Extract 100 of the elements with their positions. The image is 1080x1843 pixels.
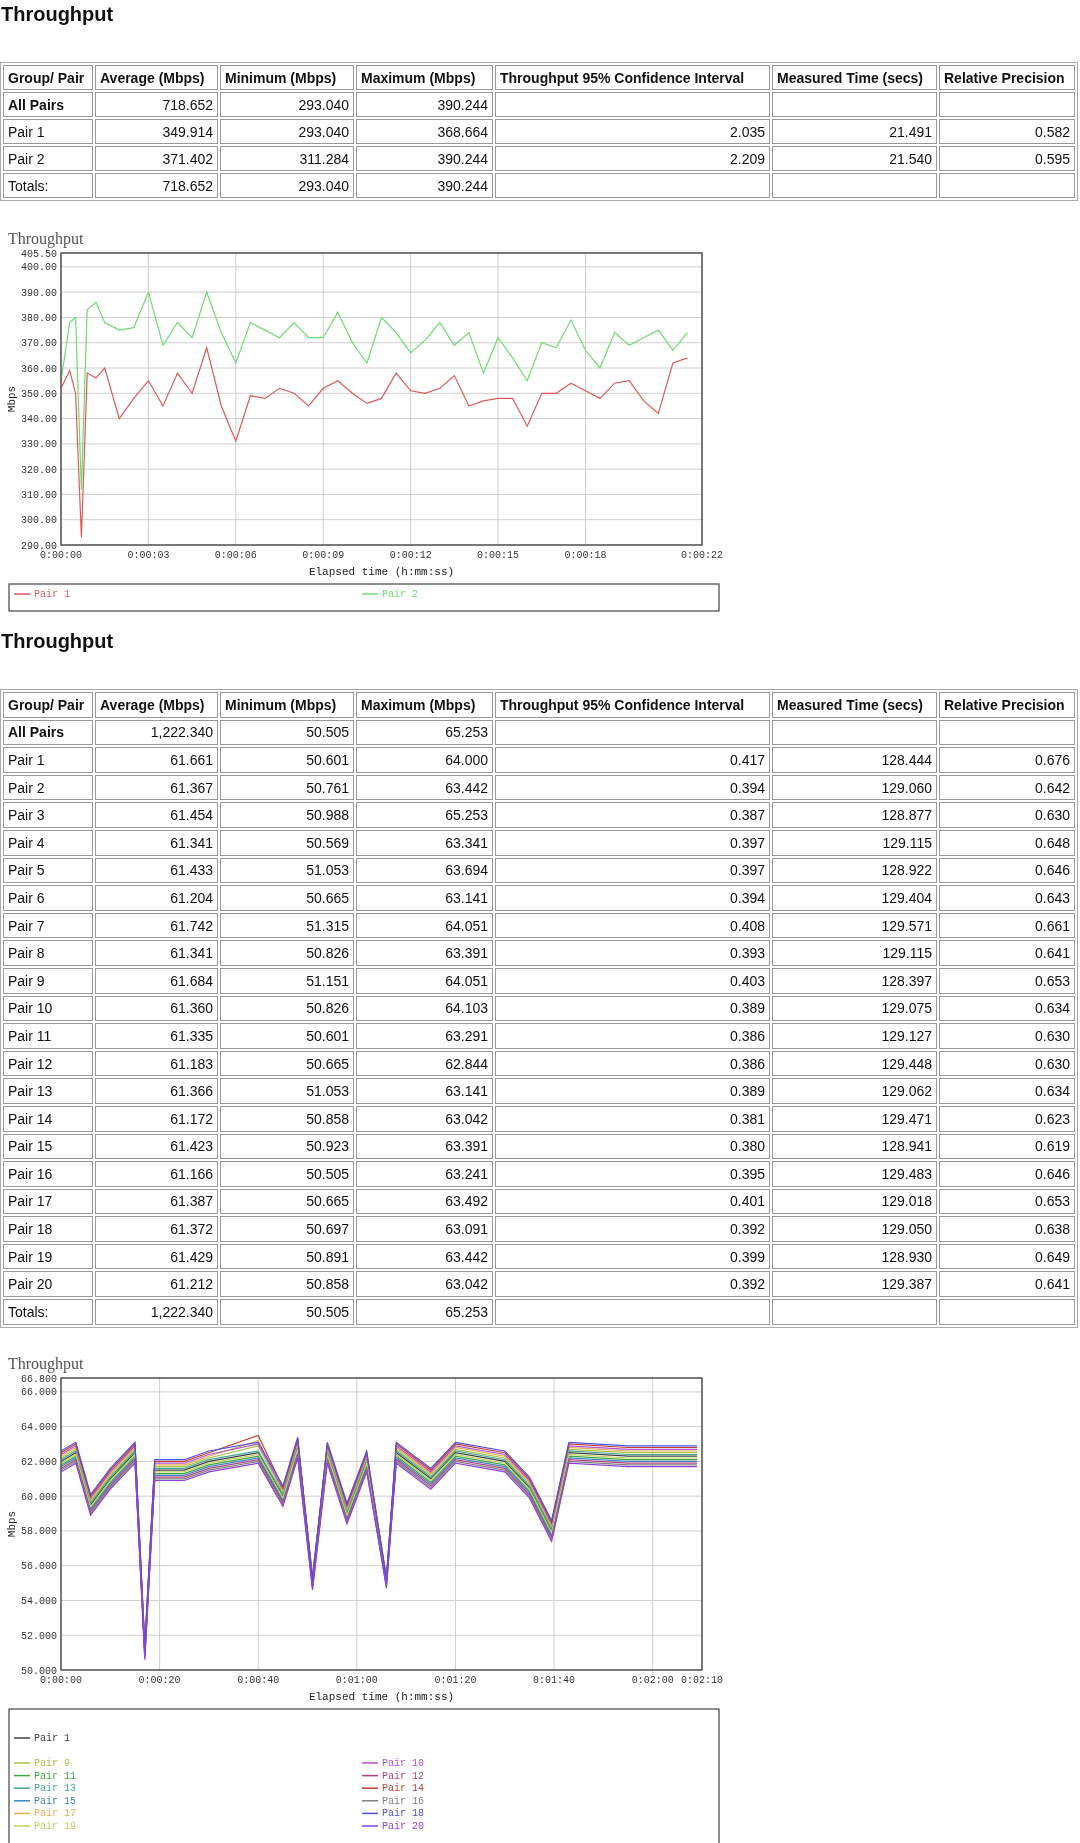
table-cell: Pair 11	[3, 1023, 93, 1049]
table-cell: 0.389	[495, 995, 770, 1022]
x-tick-label: 0:00:15	[477, 550, 520, 561]
table-cell: 50.505	[220, 1299, 354, 1325]
table-cell: 129.062	[772, 1078, 937, 1104]
table-cell: 129.075	[772, 995, 937, 1022]
table-cell: 129.471	[772, 1105, 937, 1132]
table-cell: 61.454	[95, 802, 218, 828]
y-tick-label: 380.00	[21, 312, 57, 324]
table-cell: All Pairs	[3, 719, 93, 746]
table-cell: 128.941	[772, 1133, 937, 1160]
table-cell: 61.212	[95, 1271, 218, 1298]
x-tick-label: 0:00:20	[138, 1674, 181, 1686]
table-cell: 21.540	[772, 146, 937, 171]
table-cell: 0.394	[495, 774, 770, 801]
column-header: Measured Time (secs)	[772, 65, 937, 90]
table-cell: Pair 8	[3, 940, 93, 966]
table-cell: 128.877	[772, 802, 937, 828]
table-cell: 50.601	[220, 1023, 354, 1049]
column-header: Minimum (Mbps)	[220, 692, 354, 718]
table-cell: 0.634	[939, 1078, 1075, 1104]
table-cell: 61.341	[95, 829, 218, 856]
table-cell: 129.127	[772, 1023, 937, 1049]
table-cell: Pair 12	[3, 1050, 93, 1077]
table-cell: 61.661	[95, 747, 218, 773]
y-tick-label: 310.00	[21, 489, 57, 501]
table-cell: Pair 2	[3, 146, 93, 171]
table-cell: 293.040	[220, 119, 354, 144]
table-cell: 0.394	[495, 885, 770, 911]
table-cell: Pair 2	[3, 774, 93, 801]
y-axis-title: Mbps	[6, 1510, 18, 1537]
table-cell: Pair 5	[3, 857, 93, 884]
table-cell: 63.694	[356, 857, 493, 884]
table-cell: Pair 1	[3, 747, 93, 773]
table-cell: 0.389	[495, 1078, 770, 1104]
table-cell: Totals:	[3, 1299, 93, 1325]
column-header: Measured Time (secs)	[772, 692, 937, 718]
legend-label: Pair 11	[34, 1770, 76, 1782]
table-cell: 61.429	[95, 1243, 218, 1270]
table-cell: 61.387	[95, 1188, 218, 1215]
table-cell: 718.652	[95, 173, 218, 198]
table-cell: 50.665	[220, 1188, 354, 1215]
table-cell: 0.392	[495, 1271, 770, 1298]
column-header: Average (Mbps)	[95, 65, 218, 90]
table-cell: 61.423	[95, 1133, 218, 1160]
table-cell: Pair 14	[3, 1105, 93, 1132]
table-cell: Pair 15	[3, 1133, 93, 1160]
table-cell: 293.040	[220, 92, 354, 117]
table-cell: 0.417	[495, 747, 770, 773]
y-tick-label: 58.000	[21, 1526, 57, 1538]
table-cell: 63.042	[356, 1271, 493, 1298]
legend-label: Pair 20	[382, 1820, 424, 1832]
table-cell: 50.858	[220, 1105, 354, 1132]
table-cell: 0.634	[939, 995, 1075, 1022]
table-cell: 63.391	[356, 1133, 493, 1160]
table-cell: 50.505	[220, 1161, 354, 1187]
legend-label: Pair 13	[34, 1782, 76, 1794]
y-tick-label: 54.000	[21, 1595, 57, 1607]
table-cell: 61.433	[95, 857, 218, 884]
table-cell: 0.397	[495, 857, 770, 884]
y-tick-label: 330.00	[21, 439, 57, 451]
table-cell: All Pairs	[3, 92, 93, 117]
chart-title: Throughput	[8, 1354, 84, 1372]
table-cell: Pair 3	[3, 802, 93, 828]
y-tick-label: 360.00	[21, 363, 57, 375]
x-tick-label: 0:00:22	[681, 550, 723, 561]
x-tick-label: 0:00:18	[564, 550, 607, 561]
table-cell: 0.399	[495, 1243, 770, 1270]
table-cell: 51.151	[220, 967, 354, 994]
table-cell: 293.040	[220, 173, 354, 198]
x-axis-title: Elapsed time (h:mm:ss)	[308, 566, 455, 578]
table-cell: 129.387	[772, 1271, 937, 1298]
table-cell: 0.630	[939, 1023, 1075, 1049]
table-cell: Pair 7	[3, 912, 93, 939]
table-cell: 129.050	[772, 1216, 937, 1242]
table-cell: Totals:	[3, 173, 93, 198]
table-cell: 0.643	[939, 885, 1075, 911]
table-cell: 129.483	[772, 1161, 937, 1187]
table-cell: 0.387	[495, 802, 770, 828]
y-tick-label: 66.800	[21, 1373, 57, 1385]
table-cell: 0.623	[939, 1105, 1075, 1132]
table-cell: 1,222.340	[95, 1299, 218, 1325]
table-cell: Pair 16	[3, 1161, 93, 1187]
table-cell: 50.858	[220, 1271, 354, 1298]
y-axis-title: Mbps	[6, 385, 18, 413]
column-header: Group/ Pair	[3, 65, 93, 90]
table-cell: 61.742	[95, 912, 218, 939]
table-cell: 390.244	[356, 173, 493, 198]
table-cell: 129.448	[772, 1050, 937, 1077]
table-cell: 129.018	[772, 1188, 937, 1215]
table-cell: 0.386	[495, 1050, 770, 1077]
table-cell: 50.601	[220, 747, 354, 773]
legend-label: Pair 1	[34, 1732, 70, 1744]
table-cell: 50.988	[220, 802, 354, 828]
section-heading: Throughput	[0, 629, 115, 654]
column-header: Relative Precision	[939, 692, 1075, 718]
table-cell: Pair 9	[3, 967, 93, 994]
table-cell: 0.392	[495, 1216, 770, 1242]
table-cell: 2.209	[495, 146, 770, 171]
table-cell: 63.341	[356, 829, 493, 856]
